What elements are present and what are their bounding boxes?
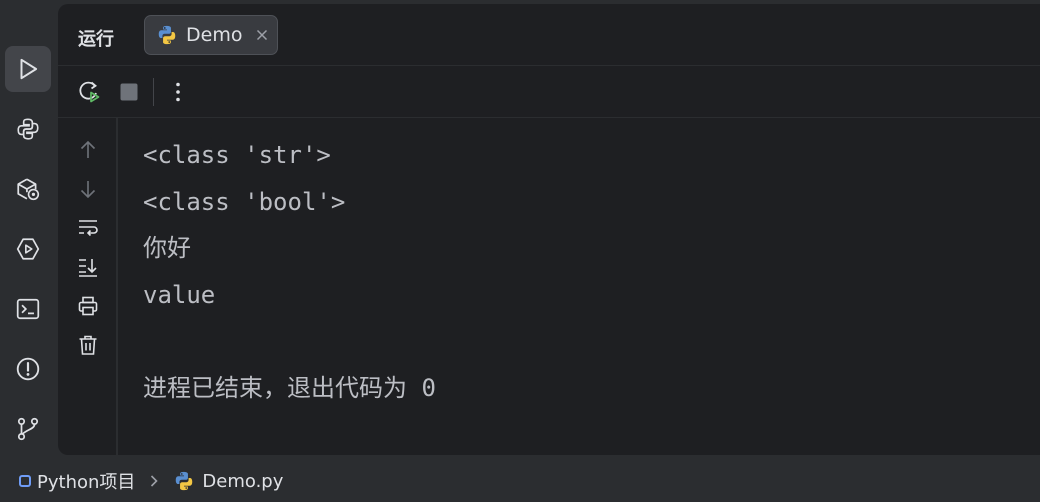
soft-wrap-icon xyxy=(79,220,98,237)
navigation-bar: Python项目 Demo.py xyxy=(0,460,1040,502)
tool-window-strip xyxy=(0,0,58,455)
chevron-right-icon xyxy=(151,475,159,487)
rerun-button[interactable] xyxy=(76,78,104,106)
console-output[interactable]: <class 'str'> <class 'bool'> 你好 value 进程… xyxy=(143,132,1023,411)
run-toolbar xyxy=(58,66,1040,118)
module-icon xyxy=(19,475,31,487)
strip-python-packages-button[interactable] xyxy=(5,106,51,152)
terminal-icon xyxy=(16,298,40,320)
run-tab-demo[interactable]: Demo xyxy=(144,15,278,55)
breadcrumb-file[interactable]: Demo.py xyxy=(173,470,283,492)
more-options-button[interactable] xyxy=(164,78,192,106)
ide-window: 运行 Demo <class 'str'> <class 'bool'> 你好 … xyxy=(0,0,1040,502)
breadcrumb-project-label: Python项目 xyxy=(37,472,136,493)
arrow-down-icon xyxy=(80,181,96,199)
run-tab-label: Demo xyxy=(186,24,243,46)
run-window-header: 运行 Demo xyxy=(58,4,1040,66)
git-icon xyxy=(17,417,39,441)
run-icon xyxy=(20,58,38,80)
stop-button[interactable] xyxy=(115,78,143,106)
python-packages-icon xyxy=(17,118,39,140)
console-actions-gutter xyxy=(58,118,118,455)
run-tool-window: 运行 Demo <class 'str'> <class 'bool'> 你好 … xyxy=(58,4,1040,455)
print-icon xyxy=(78,296,98,316)
more-vertical-icon xyxy=(176,82,180,102)
breadcrumb-file-label: Demo.py xyxy=(202,470,284,492)
soft-wrap-button[interactable] xyxy=(74,214,102,242)
stop-icon xyxy=(120,83,138,101)
python-file-icon xyxy=(176,471,193,491)
strip-terminal-button[interactable] xyxy=(5,286,51,332)
strip-services-button[interactable] xyxy=(5,166,51,212)
run-dashboard-icon xyxy=(16,238,40,260)
run-window-title: 运行 xyxy=(78,29,114,50)
trash-icon xyxy=(79,335,97,355)
problems-icon xyxy=(16,357,40,381)
close-icon[interactable] xyxy=(255,28,269,42)
toolbar-separator xyxy=(153,78,154,106)
services-icon xyxy=(17,178,40,201)
scroll-to-end-button[interactable] xyxy=(74,253,102,281)
arrow-up-icon xyxy=(80,140,96,158)
console-line: 你好 xyxy=(143,234,191,262)
clear-all-button[interactable] xyxy=(74,331,102,359)
scroll-up-button[interactable] xyxy=(74,136,102,164)
scroll-down-button[interactable] xyxy=(74,175,102,203)
console-line: <class 'str'> xyxy=(143,141,331,169)
console-line: value xyxy=(143,280,216,309)
console-exit-message: 进程已结束，退出代码为 0 xyxy=(143,373,436,402)
python-file-icon xyxy=(158,25,176,45)
scroll-to-end-icon xyxy=(79,259,97,277)
strip-run-dashboard-button[interactable] xyxy=(5,226,51,272)
breadcrumb-project[interactable]: Python项目 xyxy=(0,468,135,494)
rerun-icon xyxy=(79,81,100,103)
console-line: <class 'bool'> xyxy=(143,187,346,216)
strip-git-button[interactable] xyxy=(5,406,51,452)
strip-problems-button[interactable] xyxy=(5,346,51,392)
strip-run-button[interactable] xyxy=(5,46,51,92)
print-button[interactable] xyxy=(74,292,102,320)
